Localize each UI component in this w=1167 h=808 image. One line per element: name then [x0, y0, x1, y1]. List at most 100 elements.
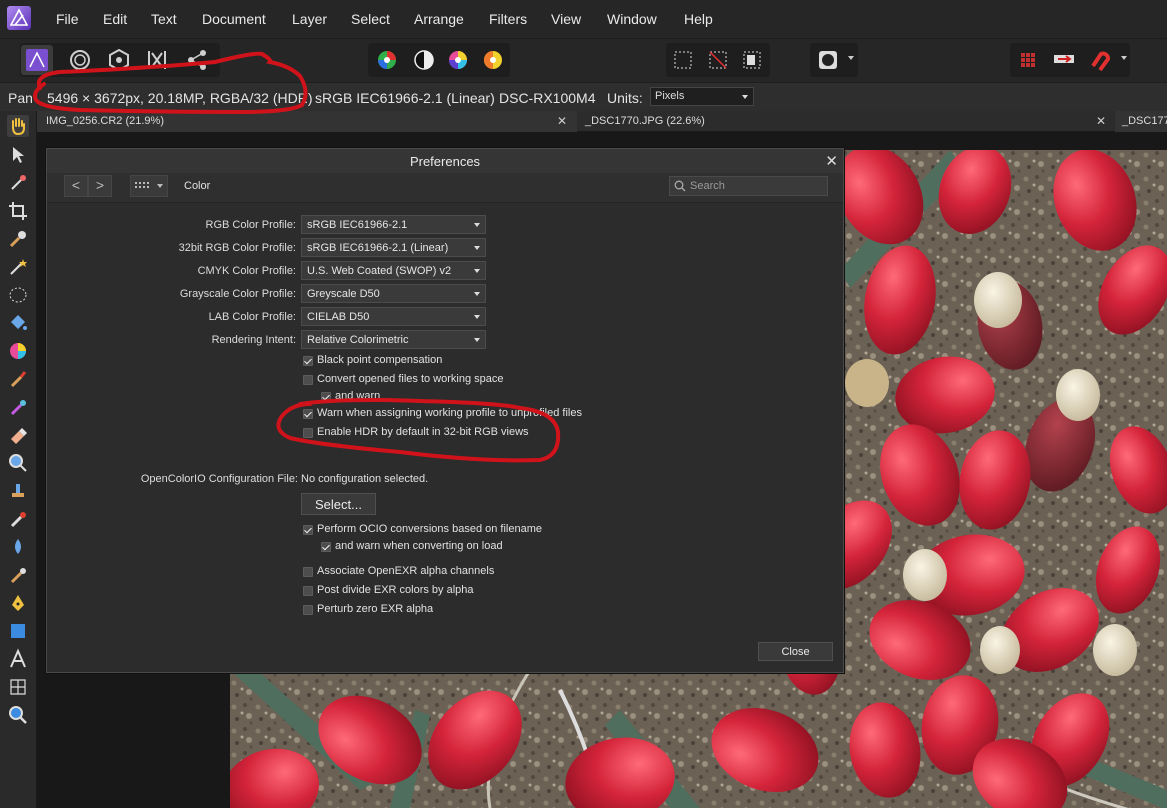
grayscale-profile-select[interactable]: Greyscale D50 [301, 284, 486, 303]
levels-button[interactable] [371, 45, 403, 75]
close-icon[interactable]: ✕ [557, 114, 567, 128]
convert-working-space-checkbox[interactable] [303, 375, 313, 385]
doc-tab-img-0256[interactable]: IMG_0256.CR2 (21.9%) [37, 111, 577, 132]
smudge-tool[interactable] [7, 564, 29, 586]
deselect-button[interactable] [702, 45, 734, 75]
pen-tool[interactable] [7, 592, 29, 614]
menu-document[interactable]: Document [202, 11, 266, 27]
dialog-titlebar[interactable]: Preferences ✕ [47, 149, 843, 173]
inpainting-tool[interactable] [7, 508, 29, 530]
units-value: Pixels [655, 90, 685, 102]
gradient-tool[interactable] [7, 340, 29, 362]
menu-select[interactable]: Select [351, 11, 390, 27]
and-warn-checkbox[interactable] [321, 392, 331, 402]
erase-brush-tool[interactable] [7, 424, 29, 446]
hand-icon [12, 118, 25, 136]
rgb32-profile-select[interactable]: sRGB IEC61966-2.1 (Linear) [301, 238, 486, 257]
photo-persona-button[interactable] [21, 45, 53, 75]
menu-help[interactable]: Help [684, 11, 713, 27]
search-placeholder: Search [690, 180, 725, 192]
mixer-brush-tool[interactable] [7, 396, 29, 418]
sections-menu-button[interactable] [130, 175, 168, 197]
auto-colors-button[interactable] [442, 45, 474, 75]
quick-mask-button[interactable] [812, 45, 844, 75]
blur-tool[interactable] [7, 536, 29, 558]
close-icon[interactable]: ✕ [825, 152, 838, 170]
mesh-warp-tool[interactable] [7, 676, 29, 698]
doc-tab-dsc1770[interactable]: _DSC1770 [1115, 111, 1167, 132]
doc-tab-label: _DSC1770.JPG (22.6%) [585, 115, 705, 127]
menu-window[interactable]: Window [607, 11, 657, 27]
zoom-tool[interactable] [7, 704, 29, 726]
menu-file[interactable]: File [56, 11, 79, 27]
black-point-checkbox[interactable] [303, 356, 313, 366]
color-picker-tool[interactable] [7, 172, 29, 194]
contrast-icon [414, 50, 434, 70]
text-tool[interactable] [7, 648, 29, 670]
move-forward-button[interactable] [1048, 45, 1080, 75]
enable-hdr-checkbox[interactable] [303, 428, 313, 438]
menu-filters[interactable]: Filters [489, 11, 527, 27]
rendering-intent-select[interactable]: Relative Colorimetric [301, 330, 486, 349]
crop-tool[interactable] [7, 200, 29, 222]
shape-tool[interactable] [7, 620, 29, 642]
develop-persona-button[interactable] [103, 45, 135, 75]
search-input[interactable]: Search [669, 176, 828, 196]
close-button[interactable]: Close [758, 642, 833, 661]
stamp-icon [12, 484, 24, 497]
auto-contrast-button[interactable] [408, 45, 440, 75]
ocio-warn-checkbox[interactable] [321, 542, 331, 552]
exr-post-divide-checkbox[interactable] [303, 586, 313, 596]
dodge-tool[interactable] [7, 452, 29, 474]
search-icon [674, 180, 686, 192]
forward-button[interactable]: > [88, 175, 112, 197]
mesh-icon [10, 679, 26, 695]
white-balance-button[interactable] [477, 45, 509, 75]
ocio-filename-checkbox[interactable] [303, 525, 313, 535]
liquify-persona-button[interactable] [64, 45, 96, 75]
ocio-warn-label: and warn when converting on load [335, 540, 503, 552]
select-all-button[interactable] [667, 45, 699, 75]
eyedropper-icon [11, 175, 26, 190]
snapping-button[interactable] [1084, 45, 1116, 75]
warn-unprofiled-checkbox[interactable] [303, 409, 313, 419]
color-wheel-icon [449, 51, 467, 69]
close-icon[interactable]: ✕ [1096, 114, 1106, 128]
back-button[interactable]: < [64, 175, 88, 197]
lab-profile-select[interactable]: CIELAB D50 [301, 307, 486, 326]
levels-icon [378, 51, 396, 69]
exr-perturb-checkbox[interactable] [303, 605, 313, 615]
ocio-select-button[interactable]: Select... [301, 493, 376, 515]
marquee-tool[interactable] [7, 284, 29, 306]
menu-edit[interactable]: Edit [103, 11, 127, 27]
invert-selection-button[interactable] [736, 45, 768, 75]
menu-layer[interactable]: Layer [292, 11, 327, 27]
export-persona-button[interactable] [181, 45, 213, 75]
chevron-down-icon[interactable] [848, 56, 854, 60]
menu-arrange[interactable]: Arrange [414, 11, 464, 27]
rgb-profile-select[interactable]: sRGB IEC61966-2.1 [301, 215, 486, 234]
paint-brush-tool[interactable] [7, 368, 29, 390]
tone-mapping-persona-button[interactable] [141, 45, 173, 75]
grayscale-profile-value: Greyscale D50 [307, 288, 380, 300]
menu-view[interactable]: View [551, 11, 581, 27]
cmyk-profile-value: U.S. Web Coated (SWOP) v2 [307, 265, 452, 277]
text-icon [10, 648, 26, 668]
selection-brush-tool[interactable] [7, 228, 29, 250]
grid-button[interactable] [1012, 45, 1044, 75]
move-tool[interactable] [7, 144, 29, 166]
units-select[interactable]: Pixels [650, 87, 754, 106]
fill-tool[interactable] [7, 312, 29, 334]
clone-tool[interactable] [7, 480, 29, 502]
flood-select-tool[interactable] [7, 256, 29, 278]
doc-tab-dsc1770-jpg[interactable]: _DSC1770.JPG (22.6%) [578, 111, 1118, 132]
section-label: Color [184, 180, 211, 192]
cmyk-profile-select[interactable]: U.S. Web Coated (SWOP) v2 [301, 261, 486, 280]
tool-label: Pan [8, 90, 33, 106]
grid-icon [1021, 53, 1035, 67]
chevron-down-icon[interactable] [1121, 56, 1127, 60]
menu-text[interactable]: Text [151, 11, 177, 27]
preferences-dialog: Preferences ✕ < > Color Search RGB Color… [46, 148, 844, 673]
exr-alpha-checkbox[interactable] [303, 567, 313, 577]
hand-tool[interactable] [7, 115, 29, 137]
